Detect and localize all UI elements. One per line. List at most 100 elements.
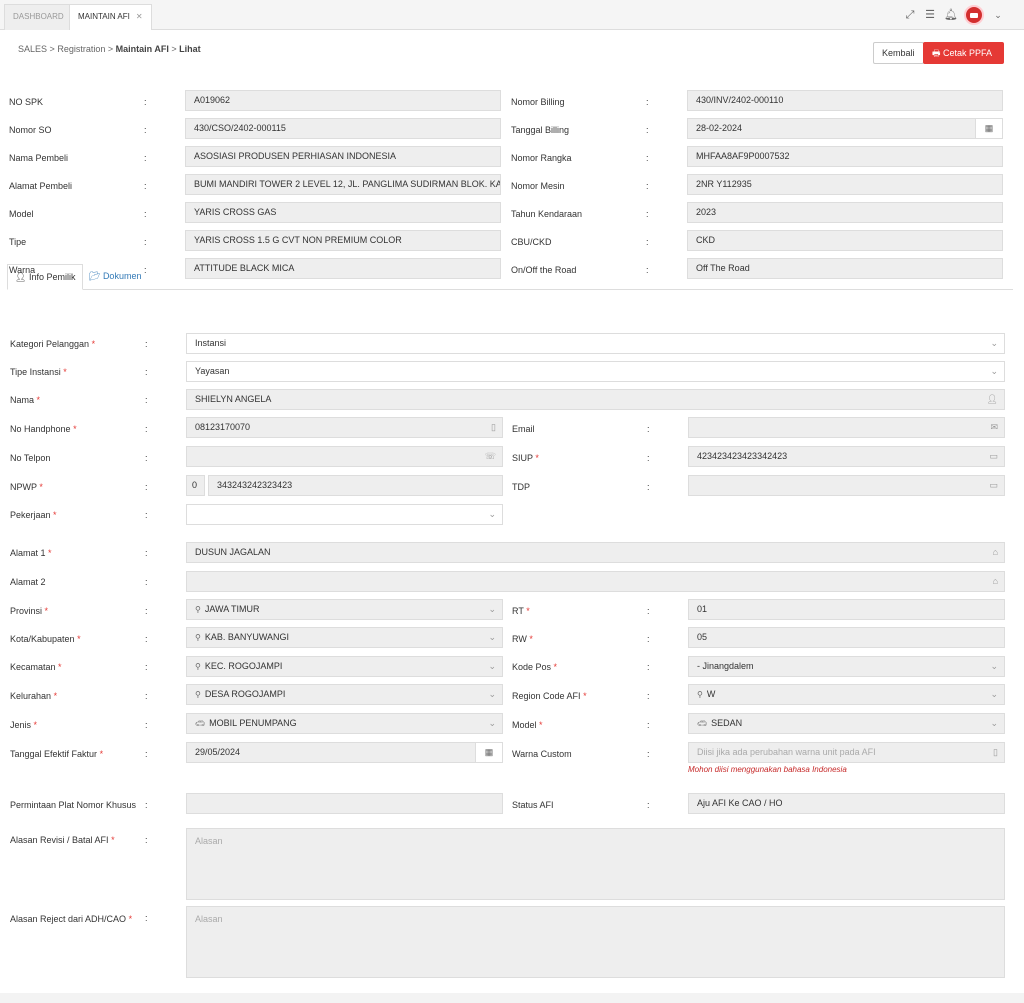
rw-input[interactable]: 05 <box>688 627 1005 648</box>
tgl-efektif-input[interactable]: 29/05/2024 ▦ <box>186 742 503 763</box>
header-right-field[interactable]: 28-02-2024 ▦ <box>687 118 1003 139</box>
alamat1-label: Alamat 1 * <box>10 548 52 558</box>
breadcrumb-sep: > <box>107 44 114 54</box>
kode-pos-select[interactable]: - Jinangdalem ⌄ <box>688 656 1005 677</box>
chevron-down-icon[interactable]: ⌄ <box>992 9 1004 21</box>
region-select[interactable]: ⚲ W ⌄ <box>688 684 1005 705</box>
kecamatan-label: Kecamatan * <box>10 662 62 672</box>
colon: : <box>647 424 650 434</box>
header-right-value: Off The Road <box>696 263 750 273</box>
header-left-label: Alamat Pembeli <box>9 181 73 191</box>
colon: : <box>647 691 650 701</box>
warna-custom-input[interactable]: Diisi jika ada perubahan warna unit pada… <box>688 742 1005 763</box>
alasan-revisi-textarea[interactable]: Alasan <box>186 828 1005 900</box>
no-telpon-input[interactable]: ☏ <box>186 446 503 467</box>
header-right-label: Tanggal Billing <box>511 125 570 135</box>
siup-input[interactable]: 423423423423342423 ▭ <box>688 446 1005 467</box>
header-left-field[interactable]: BUMI MANDIRI TOWER 2 LEVEL 12, JL. PANGL… <box>185 174 501 195</box>
colon: : <box>144 265 147 275</box>
car-icon: 🚗︎ <box>195 719 206 728</box>
breadcrumb-registration[interactable]: Registration <box>57 44 105 54</box>
alamat1-input[interactable]: DUSUN JAGALAN ⌂ <box>186 542 1005 563</box>
kategori-select[interactable]: Instansi ⌄ <box>186 333 1005 354</box>
map-pin-icon: ⚲ <box>195 662 201 671</box>
header-left-field[interactable]: ATTITUDE BLACK MICA <box>185 258 501 279</box>
chevron-down-icon: ⌄ <box>488 689 496 699</box>
tab-maintain-afi[interactable]: MAINTAIN AFI ✕ <box>69 4 152 31</box>
header-left-field[interactable]: YARIS CROSS GAS <box>185 202 501 223</box>
model-select[interactable]: 🚗︎ SEDAN ⌄ <box>688 713 1005 734</box>
header-left-field[interactable]: A019062 <box>185 90 501 111</box>
header-left-value: YARIS CROSS GAS <box>194 207 277 217</box>
print-ppfa-button[interactable]: 🖶︎ Cetak PPFA <box>923 42 1004 64</box>
header-right-field[interactable]: 2NR Y112935 <box>687 174 1003 195</box>
header-left-field[interactable]: ASOSIASI PRODUSEN PERHIASAN INDONESIA <box>185 146 501 167</box>
no-hp-input[interactable]: 08123170070 ▯ <box>186 417 503 438</box>
plat-input[interactable] <box>186 793 503 814</box>
colon: : <box>647 749 650 759</box>
alasan-revisi-placeholder: Alasan <box>195 836 223 846</box>
expand-icon[interactable]: ⤢ <box>904 9 916 21</box>
jenis-select[interactable]: 🚗︎ MOBIL PENUMPANG ⌄ <box>186 713 503 734</box>
alasan-reject-textarea[interactable]: Alasan <box>186 906 1005 978</box>
email-input[interactable]: ✉︎ <box>688 417 1005 438</box>
nama-label: Nama * <box>10 395 41 405</box>
status-afi-input[interactable]: Aju AFI Ke CAO / HO <box>688 793 1005 814</box>
print-icon: 🖶︎ <box>932 48 943 58</box>
header-right-field[interactable]: 430/INV/2402-000110 <box>687 90 1003 111</box>
chevron-down-icon: ⌄ <box>488 661 496 671</box>
siup-label: SIUP * <box>512 453 539 463</box>
colon: : <box>646 97 649 107</box>
breadcrumb-maintain[interactable]: Maintain AFI <box>116 44 169 54</box>
back-button[interactable]: Kembali <box>873 42 924 64</box>
avatar[interactable] <box>964 5 984 25</box>
kecamatan-select[interactable]: ⚲ KEC. ROGOJAMPI ⌄ <box>186 656 503 677</box>
colon: : <box>145 634 148 644</box>
rt-input[interactable]: 01 <box>688 599 1005 620</box>
alamat2-input[interactable]: ⌂ <box>186 571 1005 592</box>
colon: : <box>145 691 148 701</box>
tab-dokumen[interactable]: 📂︎ Dokumen <box>82 264 148 290</box>
header-right-label: Nomor Rangka <box>511 153 572 163</box>
id-card-icon: ▭ <box>989 451 998 461</box>
header-left-field[interactable]: 430/CSO/2402-000115 <box>185 118 501 139</box>
id-card-icon: ▭ <box>989 480 998 490</box>
chevron-down-icon: ⌄ <box>488 509 496 519</box>
calendar-icon[interactable]: ▦ <box>475 743 502 762</box>
npwp-label-text: NPWP <box>10 482 37 492</box>
header-left-label: NO SPK <box>9 97 44 107</box>
pekerjaan-label: Pekerjaan * <box>10 510 57 520</box>
kecamatan-value: KEC. ROGOJAMPI <box>204 661 283 671</box>
top-tab-bar: DASHBOARD MAINTAIN AFI ✕ ⤢ ☰ 🔔︎ ⌄ <box>0 0 1024 31</box>
pekerjaan-select[interactable]: ⌄ <box>186 504 503 525</box>
kelurahan-select[interactable]: ⚲ DESA ROGOJAMPI ⌄ <box>186 684 503 705</box>
region-label: Region Code AFI * <box>512 691 587 701</box>
tipe-instansi-select[interactable]: Yayasan ⌄ <box>186 361 1005 382</box>
calendar-icon[interactable]: ▦ <box>975 119 1002 138</box>
header-right-label: Nomor Billing <box>511 97 565 107</box>
header-right-field[interactable]: MHFAA8AF9P0007532 <box>687 146 1003 167</box>
bell-icon[interactable]: 🔔︎ <box>944 9 958 21</box>
colon: : <box>647 606 650 616</box>
colon: : <box>646 265 649 275</box>
colon: : <box>646 237 649 247</box>
nama-input[interactable]: SHIELYN ANGELA 👤︎ <box>186 389 1005 410</box>
colon: : <box>647 662 650 672</box>
header-right-field[interactable]: Off The Road <box>687 258 1003 279</box>
kategori-label: Kategori Pelanggan * <box>10 339 96 349</box>
header-right-field[interactable]: CKD <box>687 230 1003 251</box>
tab-dashboard[interactable]: DASHBOARD <box>4 4 73 30</box>
breadcrumb-sales[interactable]: SALES <box>18 44 47 54</box>
kota-select[interactable]: ⚲ KAB. BANYUWANGI ⌄ <box>186 627 503 648</box>
chevron-down-icon: ⌄ <box>488 632 496 642</box>
tdp-input[interactable]: ▭ <box>688 475 1005 496</box>
kelurahan-label-text: Kelurahan <box>10 691 52 701</box>
close-icon[interactable]: ✕ <box>136 12 143 21</box>
provinsi-select[interactable]: ⚲ JAWA TIMUR ⌄ <box>186 599 503 620</box>
chevron-down-icon: ⌄ <box>990 718 998 728</box>
header-left-field[interactable]: YARIS CROSS 1.5 G CVT NON PREMIUM COLOR <box>185 230 501 251</box>
npwp-prefix-input[interactable]: 0 <box>186 475 205 496</box>
npwp-input[interactable]: 343243242323423 <box>208 475 503 496</box>
header-right-field[interactable]: 2023 <box>687 202 1003 223</box>
menu-icon[interactable]: ☰ <box>924 9 936 21</box>
